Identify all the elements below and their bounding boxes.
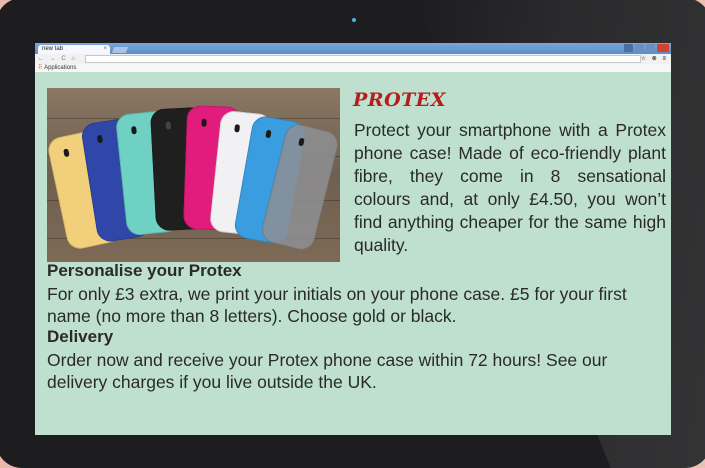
user-icon[interactable] (624, 44, 633, 52)
front-camera (352, 18, 356, 22)
phone-cases-photo (47, 88, 340, 262)
applications-link[interactable]: Applications (44, 65, 76, 71)
delivery-text: Order now and receive your Protex phone … (47, 350, 608, 392)
bookmarks-bar: ⠿ Applications (35, 64, 671, 72)
new-tab-button[interactable] (111, 47, 129, 53)
personalise-text: For only £3 extra, we print your initial… (47, 284, 627, 326)
product-description: Protect your smartphone with a Protex ph… (354, 120, 666, 255)
tab-close-icon[interactable]: × (103, 45, 107, 54)
toolbar-icons[interactable]: ☆ ⊗ ≡ (641, 54, 668, 64)
product-title: PROTEX (353, 89, 446, 111)
window-controls (624, 44, 669, 52)
minimize-icon[interactable] (635, 44, 644, 52)
tablet-screen: new tab × ← → C ⌂ ☆ ⊗ ≡ ⠿ Applications P… (35, 43, 671, 435)
browser-tab[interactable]: new tab × (38, 45, 110, 54)
nav-buttons[interactable]: ← → C ⌂ (38, 54, 77, 64)
personalise-heading: Personalise your Protex (47, 261, 242, 280)
apps-grid-icon[interactable]: ⠿ (38, 65, 42, 71)
browser-tabstrip: new tab × (35, 43, 671, 54)
address-bar[interactable] (85, 55, 641, 63)
maximize-icon[interactable] (646, 44, 655, 52)
tab-title: new tab (42, 46, 64, 52)
delivery-heading: Delivery (47, 327, 114, 346)
web-page: PROTEX Protect your smartphone with a Pr… (35, 73, 671, 435)
close-window-icon[interactable] (657, 44, 669, 52)
